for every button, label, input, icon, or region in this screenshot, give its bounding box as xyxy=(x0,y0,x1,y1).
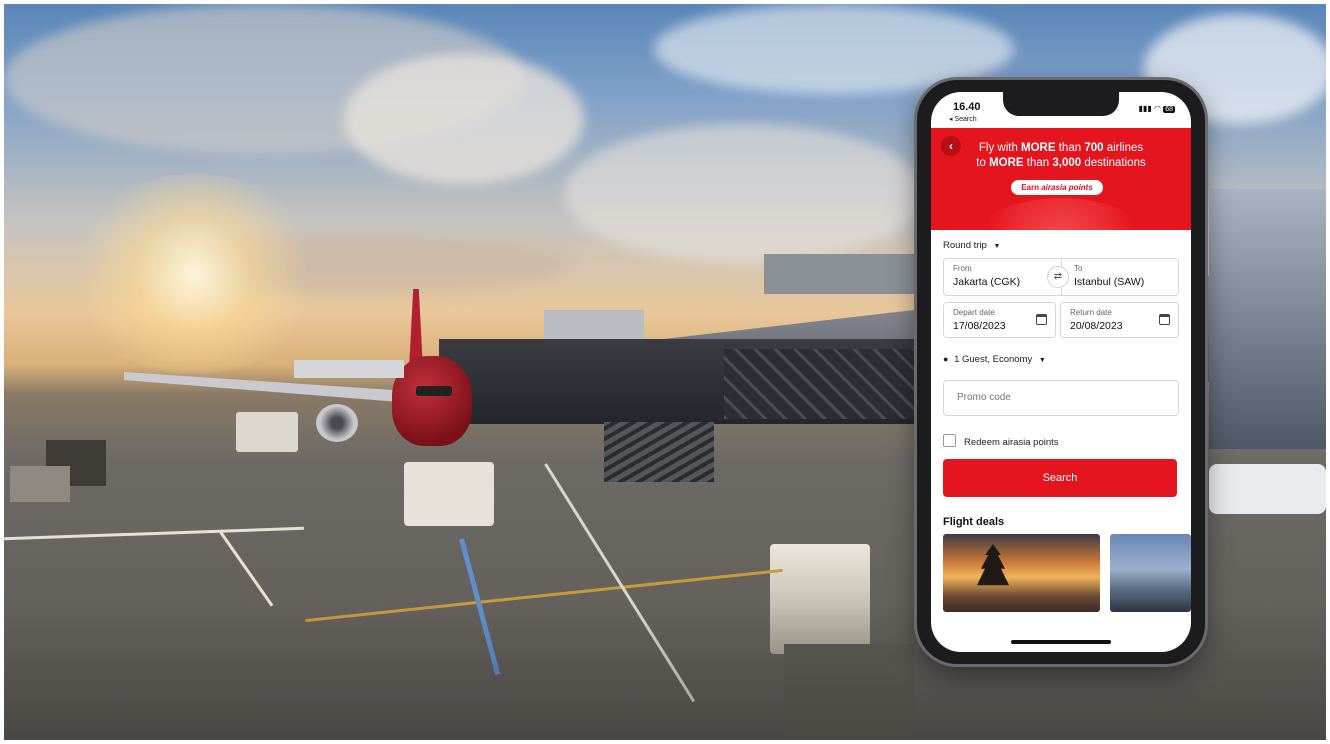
wifi-icon: ◠ xyxy=(1153,104,1161,113)
banner-text-bold: MORE xyxy=(989,157,1024,169)
distant-airplane xyxy=(294,360,404,378)
redeem-points-row[interactable]: Redeem airasia points xyxy=(943,434,1059,448)
earn-points-button[interactable]: Earn airasia points xyxy=(1011,180,1103,195)
back-to-search-link[interactable]: ◂ Search xyxy=(949,115,977,123)
app-screen: 16.40 ◂ Search ▮▮▮ ◠ 68 ‹ Fly with MORE … xyxy=(931,92,1191,652)
terminal-facade xyxy=(1209,189,1326,449)
to-value: Istanbul (SAW) xyxy=(1074,276,1145,288)
banner-text: Fly with xyxy=(978,142,1022,154)
banner-text: than xyxy=(1055,142,1085,154)
airplane-cockpit xyxy=(416,386,452,396)
banner-text-bold: 700 xyxy=(1084,142,1104,154)
phone-notch xyxy=(1003,92,1119,116)
airplane-fuselage xyxy=(392,356,472,446)
airplane-engine xyxy=(316,404,358,442)
from-field[interactable]: From Jakarta (CGK) xyxy=(944,259,1060,295)
search-button[interactable]: Search xyxy=(943,459,1177,497)
trip-type-dropdown[interactable]: Round trip ▼ xyxy=(943,240,1000,251)
signal-icon: ▮▮▮ xyxy=(1138,104,1152,113)
guest-class-dropdown[interactable]: ● 1 Guest, Economy ▼ xyxy=(943,354,1046,365)
status-time: 16.40 xyxy=(953,101,981,113)
service-truck xyxy=(236,412,298,452)
white-van xyxy=(1209,464,1326,514)
banner-text: airlines xyxy=(1103,142,1144,154)
control-building xyxy=(764,254,914,294)
sun-glow xyxy=(64,174,324,374)
home-indicator xyxy=(1011,640,1111,644)
flight-deals-heading: Flight deals xyxy=(943,516,1005,528)
banner-text-bold: MORE xyxy=(1021,142,1056,154)
from-label: From xyxy=(953,264,972,273)
calendar-icon xyxy=(1036,314,1047,325)
globe-graphic xyxy=(971,198,1151,230)
battery-icon: 68 xyxy=(1163,106,1175,113)
cloud xyxy=(564,124,924,264)
to-field[interactable]: To Istanbul (SAW) xyxy=(1065,259,1177,295)
promo-code-input[interactable] xyxy=(955,391,1159,404)
banner-text-bold: 3,000 xyxy=(1052,157,1082,169)
depart-date-field[interactable]: Depart date 17/08/2023 xyxy=(943,302,1056,338)
banner-text: than xyxy=(1023,157,1053,169)
redeem-points-checkbox[interactable] xyxy=(943,434,956,447)
pagoda-image xyxy=(977,544,1009,586)
taxi-line xyxy=(219,531,274,607)
deal-card-bali[interactable] xyxy=(943,534,1100,612)
depart-label: Depart date xyxy=(953,308,995,317)
deal-card-lake[interactable] xyxy=(1110,534,1191,612)
baggage-cart xyxy=(10,466,70,502)
taxi-line xyxy=(4,526,304,541)
chevron-down-icon: ▼ xyxy=(1038,357,1046,364)
calendar-icon xyxy=(1159,314,1170,325)
redeem-points-label: Redeem airasia points xyxy=(964,437,1059,448)
to-label: To xyxy=(1074,264,1083,273)
banner-line-1: Fly with MORE than 700 airlines xyxy=(931,142,1191,154)
swap-route-icon[interactable]: ⇄ xyxy=(1047,266,1069,288)
jet-bridge-truss xyxy=(724,349,924,419)
return-date-field[interactable]: Return date 20/08/2023 xyxy=(1060,302,1179,338)
cloud xyxy=(344,54,584,184)
status-icons: ▮▮▮ ◠ 68 xyxy=(1139,104,1175,113)
chevron-down-icon: ▼ xyxy=(993,243,1001,250)
smartphone-mockup: 16.40 ◂ Search ▮▮▮ ◠ 68 ‹ Fly with MORE … xyxy=(917,80,1205,664)
promo-banner: ‹ Fly with MORE than 700 airlines to MOR… xyxy=(931,128,1191,230)
person-icon: ● xyxy=(943,354,949,364)
guest-class-label: 1 Guest, Economy xyxy=(954,354,1033,365)
from-value: Jakarta (CGK) xyxy=(953,276,1021,288)
earn-text: Earn xyxy=(1021,183,1042,192)
return-label: Return date xyxy=(1070,308,1112,317)
earn-brand-text: airasia points xyxy=(1041,183,1093,192)
trip-type-label: Round trip xyxy=(943,240,987,251)
promo-code-field xyxy=(943,380,1179,416)
return-value: 20/08/2023 xyxy=(1070,320,1123,332)
pushback-tug xyxy=(404,462,494,526)
banner-text: destinations xyxy=(1081,157,1146,169)
jet-bridge-stairs xyxy=(604,422,714,482)
depart-value: 17/08/2023 xyxy=(953,320,1006,332)
banner-line-2: to MORE than 3,000 destinations xyxy=(931,157,1191,169)
banner-text: to xyxy=(976,157,990,169)
